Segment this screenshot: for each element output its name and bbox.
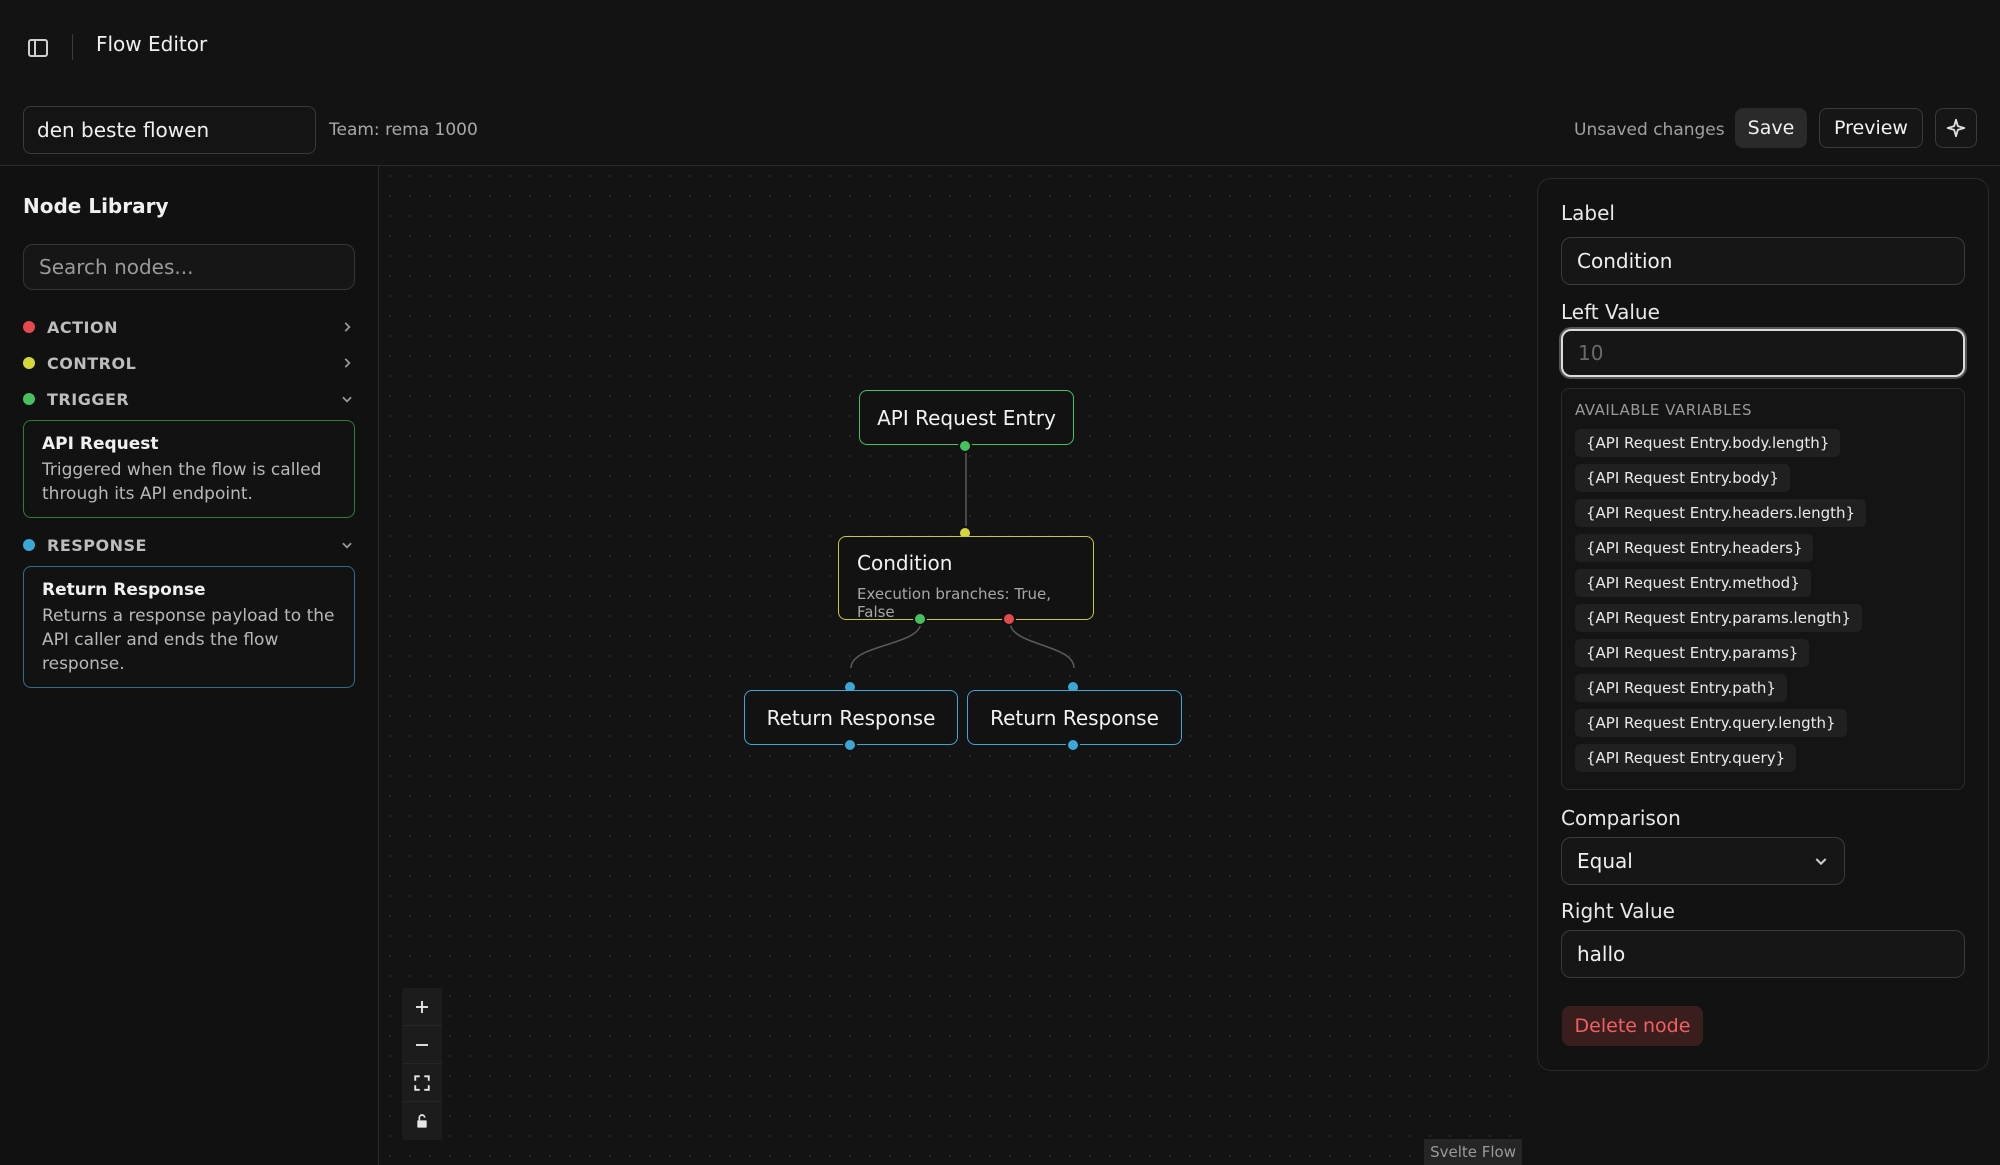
edge-condition-false[interactable]	[1009, 621, 1075, 669]
category-dot	[23, 357, 35, 369]
category-dot	[23, 393, 35, 405]
category-label: RESPONSE	[47, 535, 147, 555]
sparkle-icon	[1946, 118, 1966, 138]
flow-node-title: Return Response	[990, 705, 1159, 730]
comparison-label: Comparison	[1561, 806, 1681, 830]
node-properties-panel: Label Left Value AVAILABLE VARIABLES {AP…	[1537, 178, 1989, 1071]
edge-condition-true[interactable]	[850, 621, 922, 669]
divider	[72, 34, 73, 60]
chevron-right-icon	[339, 319, 355, 335]
toolbar: Team: rema 1000 Unsaved changes Save Pre…	[0, 96, 2000, 166]
chevron-right-icon	[339, 355, 355, 371]
category-label: ACTION	[47, 317, 118, 337]
label-input[interactable]	[1561, 237, 1965, 285]
handle-true[interactable]	[913, 612, 927, 626]
node-card-description: Triggered when the flow is called throug…	[42, 460, 322, 504]
zoom-controls	[402, 988, 442, 1140]
fit-view-button[interactable]	[402, 1064, 442, 1102]
right-value-label: Right Value	[1561, 899, 1675, 923]
top-bar: Flow Editor	[0, 0, 2000, 96]
node-card-description: Returns a response payload to the API ca…	[42, 606, 335, 674]
node-card-api-request[interactable]: API Request Triggered when the flow is c…	[23, 420, 355, 518]
variable-chip[interactable]: {API Request Entry.body}	[1575, 464, 1790, 492]
lock-button[interactable]	[402, 1102, 442, 1140]
handle-source[interactable]	[843, 738, 857, 752]
category-trigger[interactable]: TRIGGER	[23, 386, 355, 412]
team-label: Team: rema 1000	[329, 120, 478, 140]
variable-chip[interactable]: {API Request Entry.method}	[1575, 569, 1811, 597]
left-value-input[interactable]	[1561, 329, 1965, 377]
node-card-return-response[interactable]: Return Response Returns a response paylo…	[23, 566, 355, 688]
flow-node-subtitle: Execution branches: True, False	[857, 585, 1052, 621]
library-title: Node Library	[23, 194, 169, 218]
lock-icon	[417, 1114, 427, 1128]
category-action[interactable]: ACTION	[23, 314, 355, 340]
flow-node-api-request-entry[interactable]: API Request Entry	[859, 390, 1074, 445]
edges-layer	[850, 449, 1075, 669]
fit-view-icon	[414, 1074, 430, 1091]
minus-icon	[416, 1043, 428, 1046]
flow-node-title: Return Response	[766, 705, 936, 730]
category-control[interactable]: CONTROL	[23, 350, 355, 376]
variable-chip[interactable]: {API Request Entry.path}	[1575, 674, 1787, 702]
zoom-in-button[interactable]	[402, 988, 442, 1026]
handle-false[interactable]	[1002, 612, 1016, 626]
variable-chip[interactable]: {API Request Entry.query.length}	[1575, 709, 1847, 737]
plus-icon	[416, 1000, 428, 1013]
flow-node-title: Condition	[857, 551, 953, 575]
category-label: CONTROL	[47, 353, 137, 373]
comparison-select[interactable]: Equal	[1561, 837, 1845, 885]
flow-node-return-response[interactable]: Return Response	[744, 690, 958, 745]
category-dot	[23, 321, 35, 333]
left-value-label: Left Value	[1561, 300, 1660, 324]
handle-source[interactable]	[958, 439, 972, 453]
flow-node-return-response[interactable]: Return Response	[967, 690, 1182, 745]
search-nodes-input[interactable]	[23, 244, 355, 290]
flow-canvas[interactable]: API Request Entry Condition Execution br…	[380, 166, 1524, 1165]
category-label: TRIGGER	[47, 389, 130, 409]
available-variables: AVAILABLE VARIABLES {API Request Entry.b…	[1561, 388, 1965, 790]
variable-chip[interactable]: {API Request Entry.headers.length}	[1575, 499, 1867, 527]
chevron-down-icon	[339, 391, 355, 407]
sidebar-toggle-icon[interactable]	[20, 30, 56, 66]
variable-chip[interactable]: {API Request Entry.body.length}	[1575, 429, 1841, 457]
variable-chip[interactable]: {API Request Entry.headers}	[1575, 534, 1814, 562]
flow-node-title: API Request Entry	[877, 405, 1056, 430]
variable-chip[interactable]: {API Request Entry.params.length}	[1575, 604, 1862, 632]
preview-button[interactable]: Preview	[1819, 108, 1923, 148]
ai-assist-button[interactable]	[1935, 108, 1977, 148]
variables-heading: AVAILABLE VARIABLES	[1575, 401, 1752, 419]
delete-node-button[interactable]: Delete node	[1562, 1006, 1703, 1046]
node-library-sidebar: Node Library ACTION CONTROL TRIGGER API …	[0, 166, 379, 1165]
variable-chip[interactable]: {API Request Entry.query}	[1575, 744, 1797, 772]
node-card-title: API Request	[42, 434, 159, 454]
flow-name-input[interactable]	[23, 106, 316, 154]
right-value-input[interactable]	[1561, 930, 1965, 978]
variable-chip[interactable]: {API Request Entry.params}	[1575, 639, 1810, 667]
unsaved-status: Unsaved changes	[1574, 120, 1725, 140]
handle-source[interactable]	[1066, 738, 1080, 752]
comparison-value: Equal	[1577, 849, 1633, 873]
category-dot	[23, 539, 35, 551]
app-title: Flow Editor	[96, 32, 208, 56]
chevron-down-icon	[1815, 858, 1827, 866]
node-card-title: Return Response	[42, 580, 206, 600]
attribution[interactable]: Svelte Flow	[1424, 1139, 1522, 1165]
save-button[interactable]: Save	[1735, 108, 1807, 148]
zoom-out-button[interactable]	[402, 1026, 442, 1064]
label-field-label: Label	[1561, 201, 1615, 225]
category-response[interactable]: RESPONSE	[23, 532, 355, 558]
flow-node-condition[interactable]: Condition Execution branches: True, Fals…	[838, 536, 1094, 621]
chevron-down-icon	[339, 537, 355, 553]
